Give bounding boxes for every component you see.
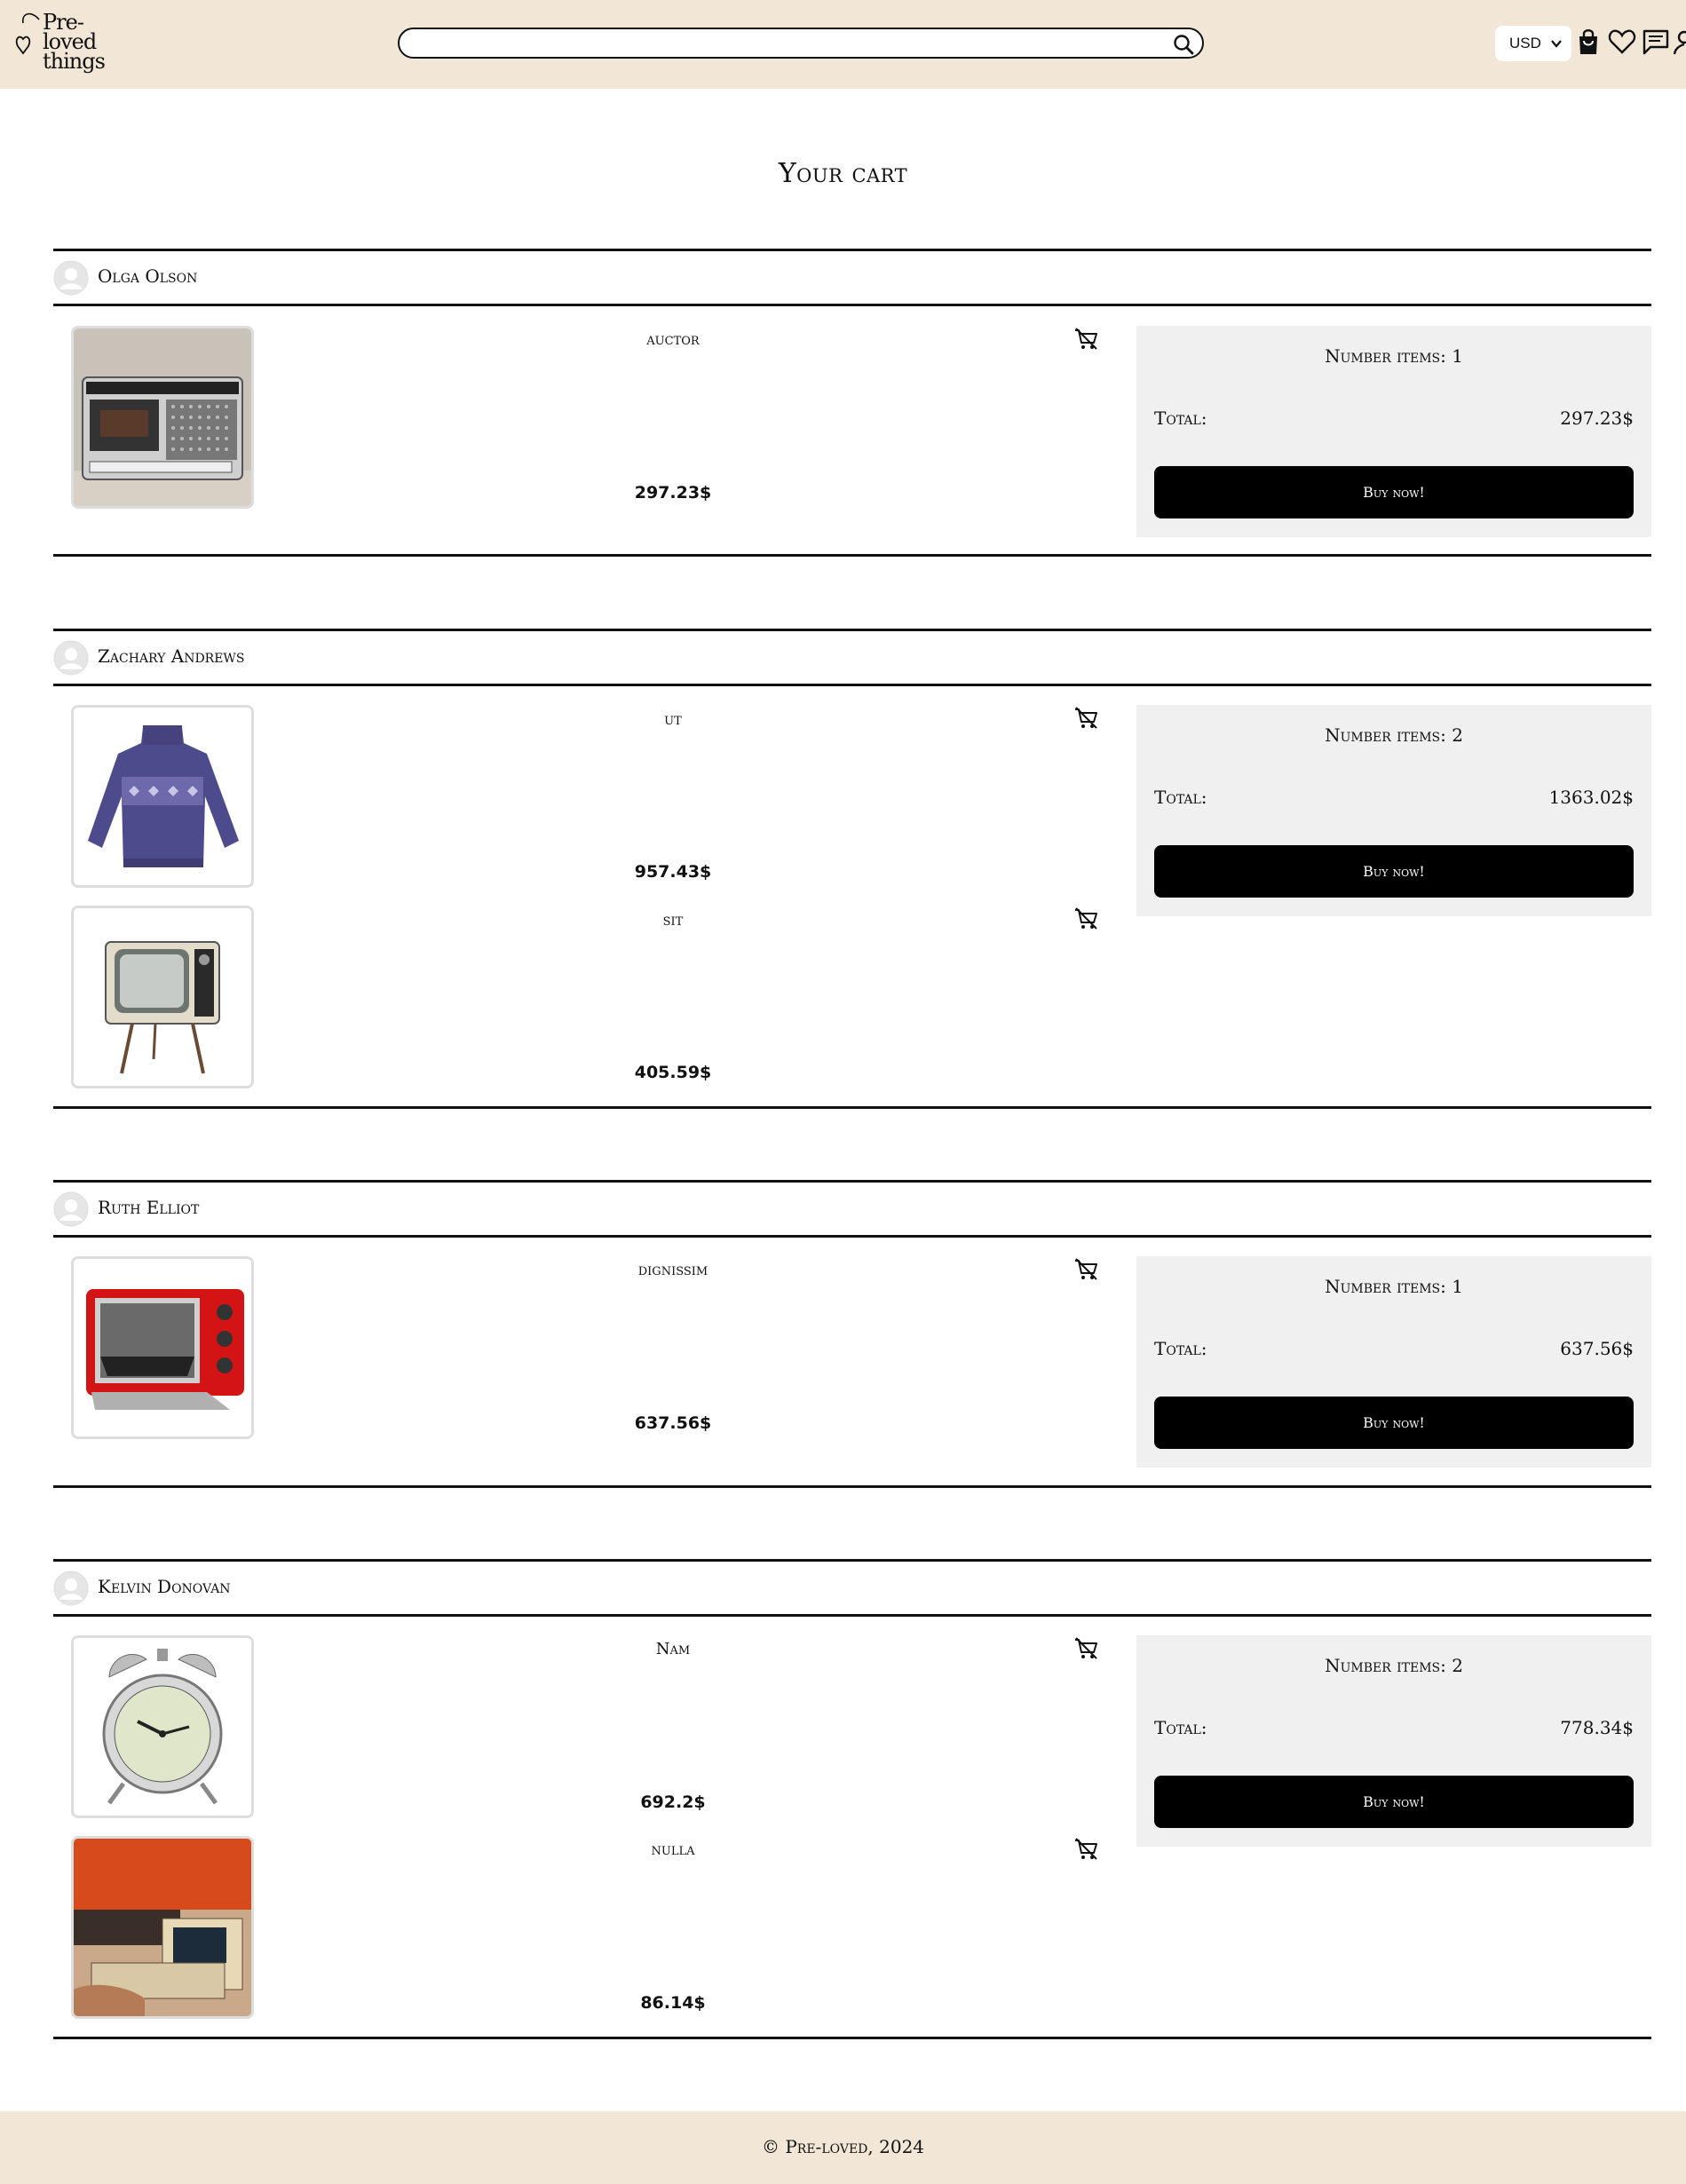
remove-from-cart-icon[interactable]	[1073, 705, 1099, 732]
total-label: Total:	[1154, 408, 1207, 429]
chat-icon[interactable]	[1641, 27, 1671, 57]
buy-now-button[interactable]: Buy now!	[1154, 466, 1634, 518]
item-price: 86.14$	[640, 1993, 706, 2013]
item-price: 957.43$	[634, 862, 712, 882]
item-price: 297.23$	[634, 483, 712, 502]
avatar-icon	[53, 1571, 89, 1606]
total-value: 1363.02$	[1548, 787, 1634, 808]
item-price: 405.59$	[634, 1063, 712, 1082]
logo-text: Pre- loved things	[43, 12, 106, 74]
seller-name[interactable]: Kelvin Donovan	[98, 1576, 231, 1597]
search-icon[interactable]	[1172, 33, 1195, 56]
product-image-cassette-radio[interactable]	[71, 326, 254, 509]
total-label: Total:	[1154, 787, 1207, 808]
currency-select[interactable]: USD	[1495, 26, 1571, 61]
search-input[interactable]	[412, 33, 1161, 55]
seller-summary: Number items: 1 Total: 637.56$ Buy now!	[1136, 1256, 1651, 1468]
product-image-toaster-oven[interactable]	[71, 1256, 254, 1439]
seller-summary: Number items: 2 Total: 1363.02$ Buy now!	[1136, 705, 1651, 916]
footer: © Pre-loved, 2024	[0, 2111, 1686, 2184]
divider	[53, 1235, 1651, 1238]
remove-from-cart-icon[interactable]	[1073, 1635, 1099, 1662]
divider	[53, 554, 1651, 557]
divider	[53, 629, 1651, 631]
search-bar	[398, 28, 1204, 59]
buy-now-button[interactable]: Buy now!	[1154, 1397, 1634, 1449]
total-label: Total:	[1154, 1717, 1207, 1738]
heart-icon[interactable]	[1607, 27, 1637, 57]
seller-summary: Number items: 1 Total: 297.23$ Buy now!	[1136, 326, 1651, 537]
item-price: 637.56$	[634, 1413, 712, 1433]
divider	[53, 1614, 1651, 1617]
divider	[53, 684, 1651, 686]
avatar-icon	[53, 260, 89, 296]
user-icon[interactable]	[1673, 27, 1686, 57]
item-name[interactable]: Nam	[533, 1640, 813, 1658]
shopping-bag-icon[interactable]	[1573, 27, 1603, 57]
item-price: 692.2$	[640, 1792, 706, 1812]
seller-name[interactable]: Olga Olson	[98, 265, 197, 287]
seller-name[interactable]: Ruth Elliot	[98, 1197, 199, 1218]
total-value: 637.56$	[1560, 1338, 1634, 1359]
page-title: Your cart	[778, 158, 908, 189]
divider	[53, 2037, 1651, 2039]
footer-copyright: © Pre-loved, 2024	[761, 2136, 925, 2157]
divider	[53, 1559, 1651, 1562]
item-name[interactable]: dignissim	[533, 1261, 813, 1279]
avatar-icon	[53, 1191, 89, 1227]
pre-loved-logo[interactable]: Pre- loved things	[12, 7, 106, 72]
chevron-down-icon	[1551, 40, 1562, 48]
seller-summary: Number items: 2 Total: 778.34$ Buy now!	[1136, 1635, 1651, 1847]
total-value: 297.23$	[1560, 408, 1634, 429]
divider	[53, 1180, 1651, 1183]
item-name[interactable]: ut	[533, 710, 813, 729]
seller-name[interactable]: Zachary Andrews	[98, 645, 244, 667]
divider	[53, 1106, 1651, 1109]
top-navigation-bar: Pre- loved things USD	[0, 0, 1686, 89]
divider	[53, 249, 1651, 251]
product-image-magazine[interactable]	[71, 1836, 254, 2019]
buy-now-button[interactable]: Buy now!	[1154, 845, 1634, 898]
remove-from-cart-icon[interactable]	[1073, 906, 1099, 932]
item-name[interactable]: auctor	[533, 330, 813, 349]
remove-from-cart-icon[interactable]	[1073, 1256, 1099, 1283]
avatar-icon	[53, 640, 89, 676]
item-name[interactable]: sit	[533, 911, 813, 930]
remove-from-cart-icon[interactable]	[1073, 326, 1099, 352]
currency-value: USD	[1509, 35, 1541, 51]
buy-now-button[interactable]: Buy now!	[1154, 1776, 1634, 1828]
number-items: Number items: 2	[1325, 724, 1463, 746]
total-value: 778.34$	[1560, 1717, 1634, 1738]
total-label: Total:	[1154, 1338, 1207, 1359]
remove-from-cart-icon[interactable]	[1073, 1836, 1099, 1863]
product-image-sweater[interactable]	[71, 705, 254, 888]
item-name[interactable]: nulla	[533, 1840, 813, 1859]
product-image-retro-tv[interactable]	[71, 906, 254, 1088]
divider	[53, 304, 1651, 306]
number-items: Number items: 2	[1325, 1655, 1463, 1676]
logo-line-3: things	[43, 49, 106, 74]
number-items: Number items: 1	[1325, 1276, 1463, 1297]
number-items: Number items: 1	[1325, 345, 1463, 367]
product-image-alarm-clock[interactable]	[71, 1635, 254, 1818]
divider	[53, 1485, 1651, 1488]
